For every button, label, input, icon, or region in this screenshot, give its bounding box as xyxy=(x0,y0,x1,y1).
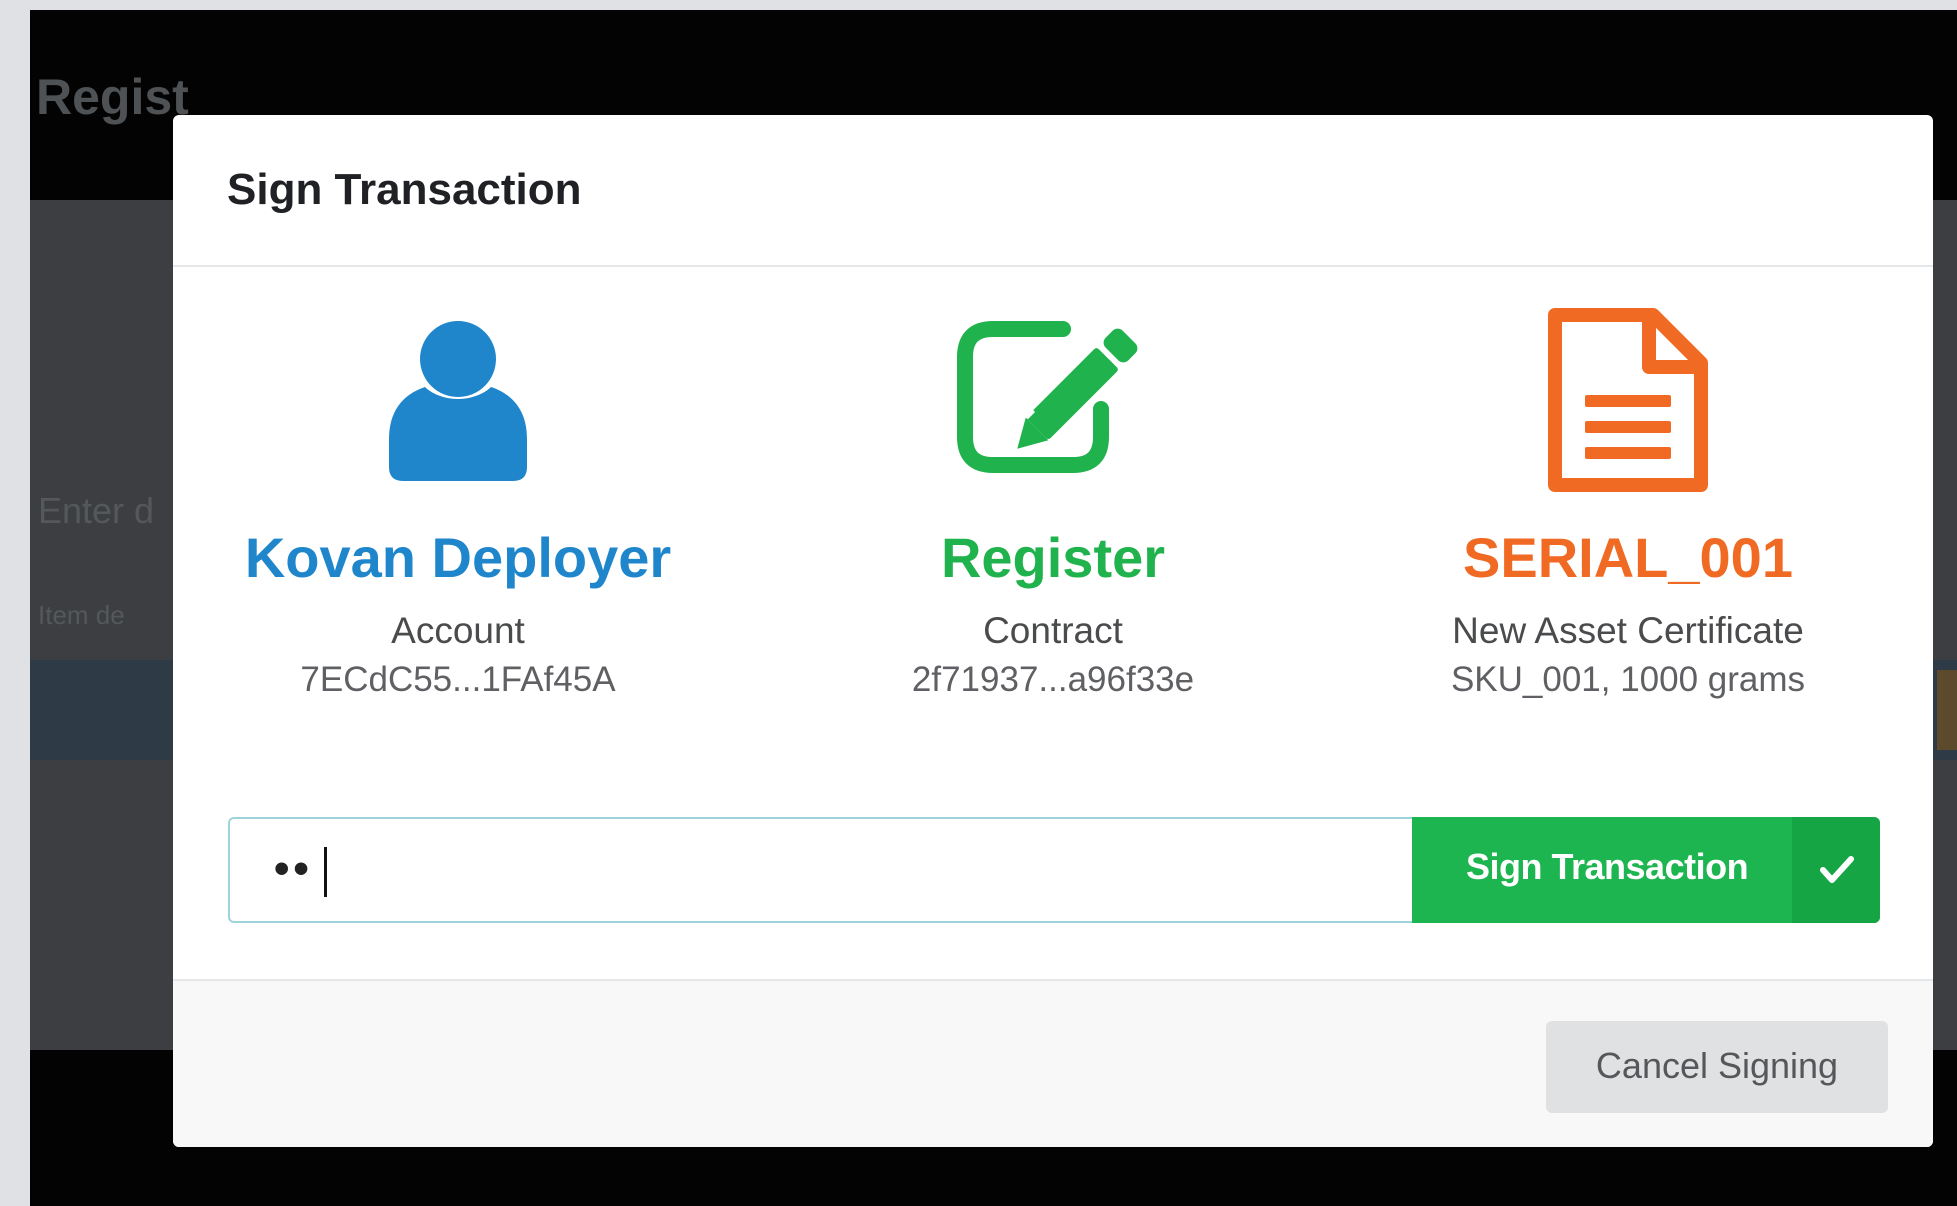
party-name: Kovan Deployer xyxy=(244,526,672,589)
sign-button-label: Sign Transaction xyxy=(1466,846,1749,887)
party-name: SERIAL_001 xyxy=(1463,526,1793,589)
modal-footer: Cancel Signing xyxy=(173,979,1933,1147)
sign-transaction-modal: Sign Transaction Kovan Deployer Account … xyxy=(173,115,1933,1147)
sign-row: •• Sign Transaction xyxy=(228,817,1880,923)
party-detail: SKU_001, 1000 grams xyxy=(1450,660,1806,699)
check-icon xyxy=(1792,817,1880,923)
user-icon xyxy=(383,317,533,492)
party-detail: 7ECdC55...1FAf45A xyxy=(300,660,616,699)
sign-transaction-button[interactable]: Sign Transaction xyxy=(1412,817,1880,923)
background-text: Item de xyxy=(38,600,125,630)
edit-icon xyxy=(953,317,1153,482)
modal-title: Sign Transaction xyxy=(227,165,582,214)
party-type: New Asset Certificate xyxy=(1452,610,1804,651)
document-icon xyxy=(1543,305,1713,500)
background-text: Enter d xyxy=(38,490,155,531)
party-detail: 2f71937...a96f33e xyxy=(911,660,1195,699)
cancel-signing-button[interactable]: Cancel Signing xyxy=(1546,1021,1888,1113)
text-caret xyxy=(324,847,327,897)
transaction-parties: Kovan Deployer Account 7ECdC55...1FAf45A xyxy=(173,267,1933,717)
cancel-button-label: Cancel Signing xyxy=(1595,1045,1839,1086)
screen: Regist Enter d Item de Sign Transaction … xyxy=(30,10,1957,1206)
party-type: Account xyxy=(391,610,525,651)
password-value: •• xyxy=(274,844,313,893)
background-page-title: Regist xyxy=(36,69,189,125)
background-accent xyxy=(1937,670,1957,750)
password-input[interactable]: •• xyxy=(228,817,1412,923)
modal-header: Sign Transaction xyxy=(173,115,1933,267)
party-type: Contract xyxy=(983,610,1123,651)
party-name: Register xyxy=(940,526,1166,589)
